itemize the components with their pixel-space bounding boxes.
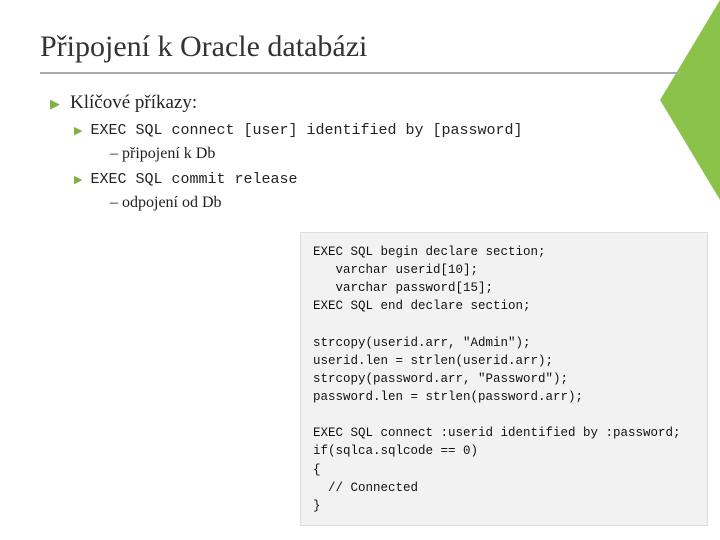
slide-content: Připojení k Oracle databázi ▶ Klíčové př… (0, 0, 720, 240)
bullet-arrow-icon: ▶ (50, 96, 60, 112)
bullet-arrow-icon: ▶ (74, 173, 82, 186)
bullet-arrow-icon: ▶ (74, 124, 82, 137)
slide-title: Připojení k Oracle databázi (40, 30, 680, 74)
bullet-level2: ▶ EXEC SQL commit release (74, 171, 680, 188)
code-inline: EXEC SQL connect [user] identified by [p… (90, 122, 522, 139)
code-block: EXEC SQL begin declare section; varchar … (300, 232, 708, 526)
bullet-level3: – připojení k Db (110, 145, 680, 163)
bullet-level1: ▶ Klíčové příkazy: (50, 92, 680, 114)
bullet-text: Klíčové příkazy: (70, 92, 197, 114)
code-inline: EXEC SQL commit release (90, 171, 297, 188)
bullet-level2: ▶ EXEC SQL connect [user] identified by … (74, 122, 680, 139)
bullet-level3: – odpojení od Db (110, 194, 680, 212)
bullet-text: – připojení k Db (110, 145, 215, 163)
bullet-text: – odpojení od Db (110, 194, 222, 212)
